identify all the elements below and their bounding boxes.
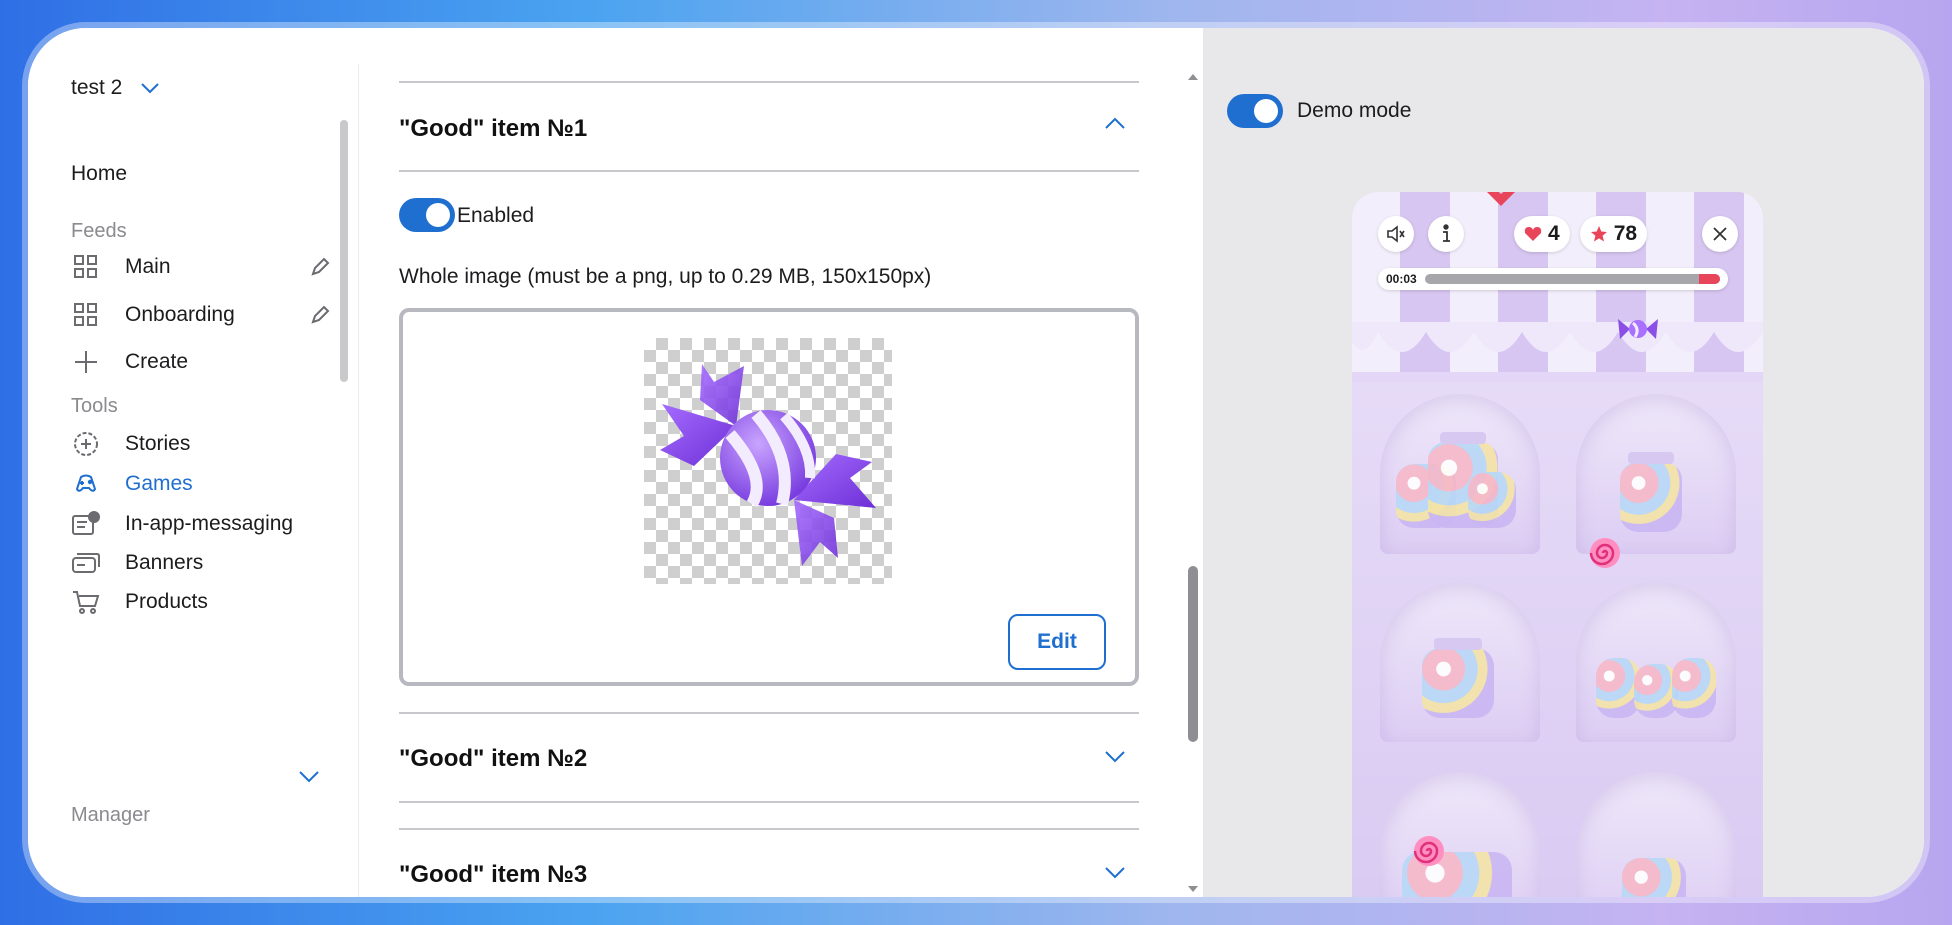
sidebar-item-products[interactable]: Products [71, 587, 331, 617]
star-icon [1590, 226, 1607, 242]
swirl-lollipop-icon[interactable] [1588, 536, 1622, 570]
chevron-down-icon[interactable] [1104, 750, 1126, 764]
candy-jar [1422, 648, 1494, 718]
grid-icon [71, 252, 101, 282]
sound-toggle-button[interactable] [1378, 216, 1414, 252]
jar-lid [1434, 638, 1482, 650]
timer-text: 00:03 [1386, 272, 1417, 286]
heart-icon [1524, 227, 1542, 241]
section-label-tools: Tools [71, 395, 118, 417]
section-label-feeds: Feeds [71, 220, 127, 242]
falling-candy-icon[interactable] [1616, 316, 1660, 342]
accordion-title-item-3[interactable]: "Good" item №3 [399, 861, 587, 889]
enabled-label: Enabled [457, 204, 535, 227]
sidebar-item-label: Banners [125, 551, 204, 574]
app-window: test 2 Home Feeds Main Onboarding Create [28, 28, 1924, 897]
transparent-background [644, 338, 892, 584]
jar-lid [1628, 452, 1674, 464]
edit-button[interactable]: Edit [1008, 614, 1106, 670]
game-timer: 00:03 [1378, 268, 1728, 290]
plus-icon [71, 347, 101, 377]
chevron-down-icon[interactable] [1104, 866, 1126, 880]
demo-mode-label: Demo mode [1297, 99, 1412, 122]
speaker-muted-icon [1387, 225, 1405, 243]
timer-progress-bar [1424, 274, 1720, 284]
divider [399, 828, 1139, 830]
awning-scallops [1352, 322, 1763, 352]
candy-jar [1620, 462, 1682, 532]
grid-icon [71, 300, 101, 330]
divider [399, 170, 1139, 172]
sidebar-item-create[interactable]: Create [71, 347, 331, 377]
accordion-title-item-2[interactable]: "Good" item №2 [399, 745, 587, 773]
score-counter: 78 [1579, 216, 1648, 252]
sidebar-item-label: Products [125, 590, 208, 613]
sidebar-item-label: Create [125, 350, 189, 373]
sidebar-item-label: In-app-messaging [125, 512, 294, 535]
sidebar-item-label: Games [125, 472, 193, 495]
stories-icon [71, 429, 101, 459]
editor-panel: "Good" item №1 Enabled Whole image (must… [359, 28, 1203, 897]
divider [399, 81, 1139, 83]
sidebar-item-label: Stories [125, 432, 191, 455]
candy-jar [1622, 858, 1686, 897]
lives-value: 4 [1548, 222, 1560, 245]
scroll-up-arrow-icon[interactable] [1186, 72, 1200, 82]
sidebar: test 2 Home Feeds Main Onboarding Create [28, 28, 358, 897]
image-requirements-text: Whole image (must be a png, up to 0.29 M… [399, 265, 932, 288]
sidebar-item-onboarding[interactable]: Onboarding [71, 300, 331, 330]
edit-pencil-icon[interactable] [309, 256, 331, 278]
sidebar-item-label: Main [125, 255, 171, 278]
sidebar-item-in-app-messaging[interactable]: In-app-messaging [71, 509, 331, 539]
candy-jar [1468, 472, 1516, 528]
shelf-arch [1576, 582, 1736, 742]
project-selector[interactable]: test 2 [71, 76, 160, 100]
divider [399, 801, 1139, 803]
sidebar-item-games[interactable]: Games [71, 469, 331, 499]
candy-jar [1672, 658, 1716, 718]
falling-heart-icon[interactable] [1484, 192, 1518, 208]
sidebar-item-main[interactable]: Main [71, 252, 331, 282]
cart-icon [71, 587, 101, 617]
game-hud: 4 78 [1378, 214, 1738, 254]
enabled-toggle[interactable] [399, 198, 455, 232]
sidebar-scrollbar[interactable] [340, 120, 348, 382]
gamepad-icon [71, 469, 101, 499]
divider [399, 712, 1139, 714]
game-preview: 4 78 00:03 [1352, 192, 1763, 897]
demo-mode-toggle[interactable] [1227, 94, 1283, 128]
candy-shelves [1352, 382, 1763, 897]
scroll-down-arrow-icon[interactable] [1186, 884, 1200, 894]
info-button[interactable] [1428, 216, 1464, 252]
sidebar-item-banners[interactable]: Banners [71, 548, 331, 578]
editor-scrollbar-thumb[interactable] [1188, 566, 1198, 742]
project-name: test 2 [71, 76, 123, 99]
chevron-down-icon [141, 83, 160, 94]
accordion-title-item-1[interactable]: "Good" item №1 [399, 115, 587, 143]
banner-icon [71, 548, 101, 578]
toggle-knob [1254, 99, 1278, 123]
chevron-down-icon[interactable] [298, 770, 320, 784]
sidebar-item-label: Onboarding [125, 303, 235, 326]
jar-lid [1440, 432, 1486, 444]
swirl-lollipop-icon[interactable] [1412, 834, 1446, 868]
sidebar-item-stories[interactable]: Stories [71, 429, 331, 459]
sidebar-item-home[interactable]: Home [71, 162, 127, 186]
lives-counter: 4 [1514, 216, 1570, 252]
section-label-manager: Manager [71, 804, 150, 826]
close-game-button[interactable] [1702, 216, 1738, 252]
preview-panel: Demo mode 4 78 00:03 [1203, 28, 1924, 897]
timer-remaining [1699, 274, 1720, 284]
image-upload-box[interactable]: Edit [399, 308, 1139, 686]
info-icon [1443, 224, 1450, 242]
toggle-knob [426, 203, 450, 227]
chevron-up-icon[interactable] [1104, 116, 1126, 130]
close-icon [1713, 227, 1727, 241]
score-value: 78 [1613, 222, 1638, 245]
message-alert-icon [71, 509, 101, 539]
edit-pencil-icon[interactable] [309, 304, 331, 326]
candy-image [660, 364, 876, 566]
